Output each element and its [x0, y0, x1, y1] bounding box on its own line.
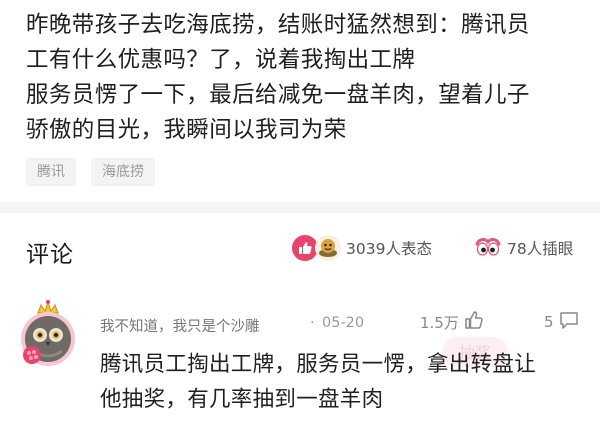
- tag-haidilao[interactable]: 海底捞: [91, 158, 155, 186]
- post-content: 昨晚带孩子去吃海底捞，结账时猛然想到：腾讯员 工有什么优惠吗？了，说着我掏出工牌…: [26, 8, 586, 148]
- comments-title: 评论: [26, 242, 74, 268]
- comment-timestamp: 05-20: [322, 315, 365, 331]
- reply-bubble-icon: [558, 309, 580, 335]
- eyes-icon: [474, 235, 502, 261]
- post-line: 骄傲的目光，我瞬间以我司为荣: [26, 117, 347, 143]
- comment-line: 他抽奖，有几率抽到一盘羊肉: [100, 387, 384, 412]
- section-divider: [0, 202, 600, 213]
- tag-tencent[interactable]: 腾讯: [26, 158, 76, 186]
- reply-count: 5: [544, 313, 554, 331]
- owl-avatar-icon: [21, 300, 75, 366]
- comment-item: 我不知道，我只是个沙雕 · 05-20 1.5万 5 抽奖 腾讯员工掏出工牌，服…: [0, 295, 600, 432]
- meta-separator: ·: [310, 315, 315, 331]
- avatar[interactable]: [16, 299, 80, 369]
- post-line: 服务员愣了一下，最后给减免一盘羊肉，望着儿子: [26, 82, 530, 108]
- reactions-summary[interactable]: 3039人表态: [292, 235, 432, 261]
- insert-pic-count: 78人插眼: [507, 240, 574, 258]
- tag-list: 腾讯 海底捞: [26, 158, 155, 186]
- post-line: 工有什么优惠吗？了，说着我掏出工牌: [26, 47, 416, 73]
- like-button[interactable]: 1.5万: [420, 309, 485, 335]
- reactions-count: 3039人表态: [346, 240, 432, 258]
- insert-pic-summary[interactable]: 78人插眼: [474, 235, 573, 261]
- post-line: 昨晚带孩子去吃海底捞，结账时猛然想到：腾讯员: [26, 12, 530, 38]
- reply-button[interactable]: 5: [544, 309, 580, 335]
- comment-line: 腾讯员工掏出工牌，服务员一愣，拿出转盘让: [100, 352, 537, 377]
- comment-header: 评论 3039人表态 78人插眼: [0, 213, 600, 283]
- comment-body: 腾讯员工掏出工牌，服务员一愣，拿出转盘让 他抽奖，有几率抽到一盘羊肉: [100, 347, 590, 417]
- thumbs-up-icon: [463, 309, 485, 335]
- gold-reaction-icon: [315, 235, 341, 261]
- post: 昨晚带孩子去吃海底捞，结账时猛然想到：腾讯员 工有什么优惠吗？了，说着我掏出工牌…: [0, 0, 600, 200]
- like-count: 1.5万: [420, 313, 459, 332]
- comment-username[interactable]: 我不知道，我只是个沙雕: [100, 315, 260, 336]
